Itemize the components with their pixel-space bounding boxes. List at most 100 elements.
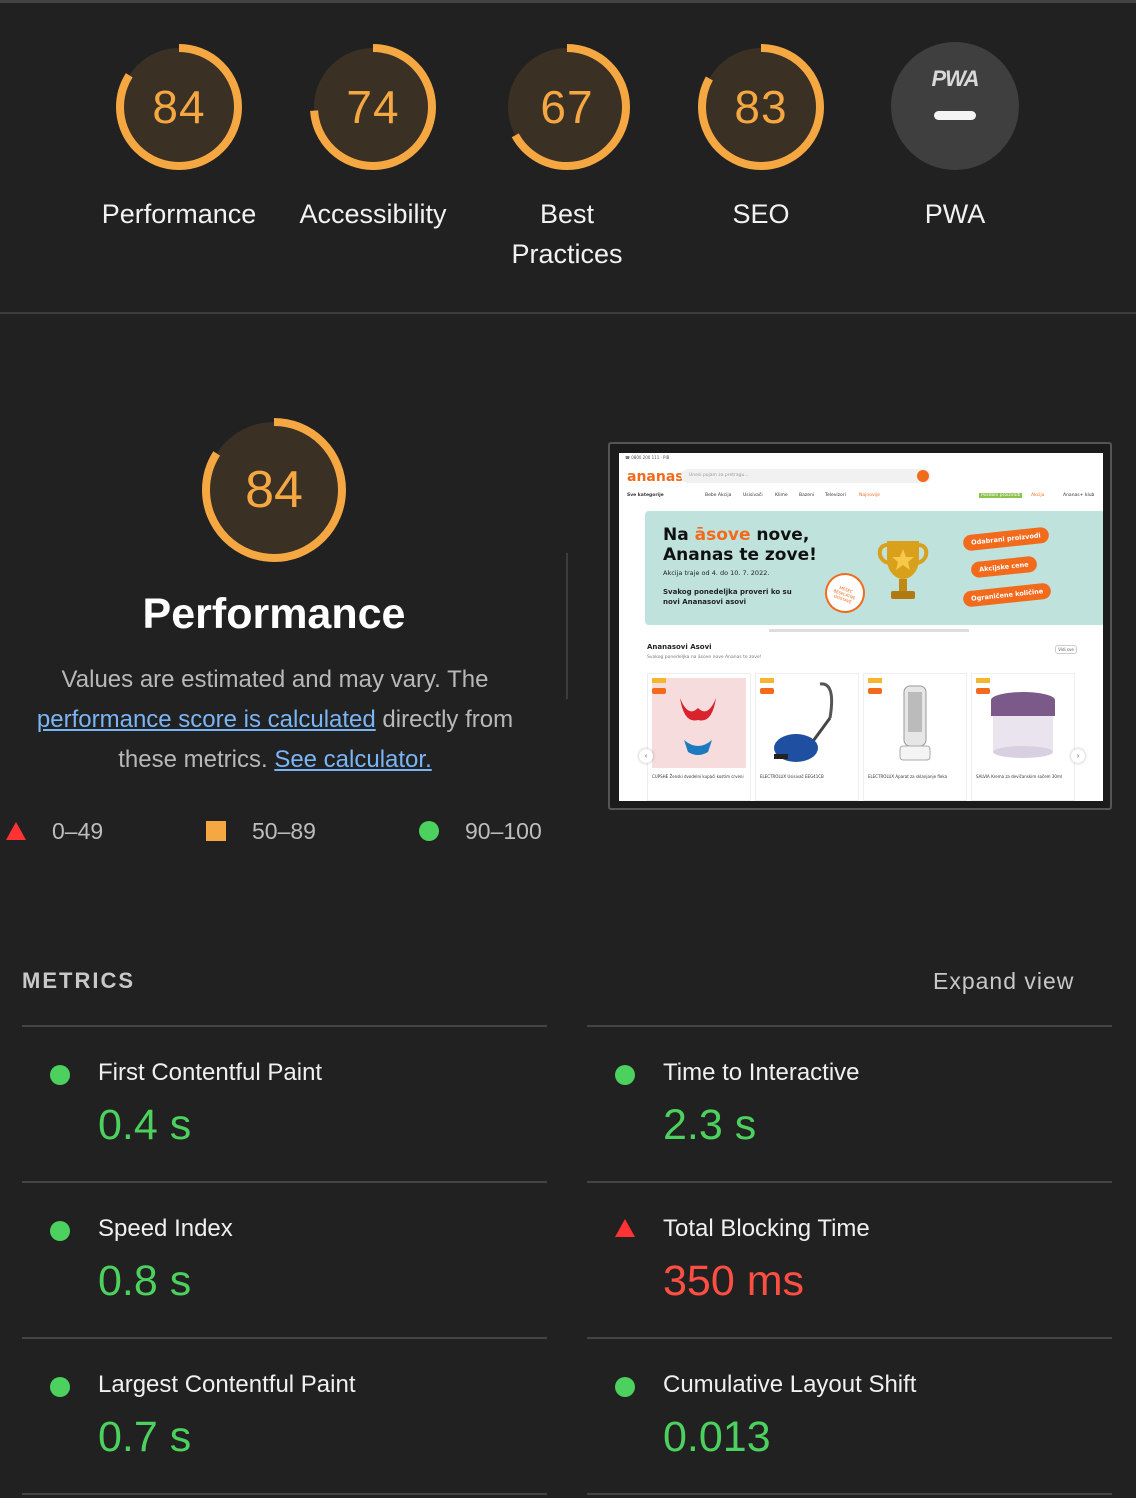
preview-view-all: Vidi sve: [1055, 645, 1077, 654]
metric-value: 350 ms: [663, 1257, 805, 1305]
preview-banner-headline: Na āsove nove, Ananas te zove!: [663, 525, 817, 565]
metric-largest-contentful-paint: Largest Contentful Paint 0.7 s: [22, 1339, 547, 1493]
preview-seal: MESEC BESPLATNE DOSTAVE: [819, 567, 871, 619]
fail-triangle-icon: [615, 1219, 635, 1237]
preview-nav-item: Klime: [775, 493, 788, 498]
preview-product-card: ELECTROLUX Aparat za sklanjanje fleka: [863, 673, 967, 801]
section-divider: [0, 312, 1136, 314]
category-accessibility[interactable]: 74 Accessibility: [283, 42, 463, 234]
preview-pill: Odabrani proizvodi: [962, 526, 1050, 552]
desc-text-1: Values are estimated and may vary. The: [61, 666, 489, 693]
pass-circle-icon: [615, 1065, 635, 1085]
pass-circle-icon: [50, 1065, 70, 1085]
metric-first-contentful-paint: First Contentful Paint 0.4 s: [22, 1027, 547, 1181]
preview-search-placeholder: Unesi pojam za pretragu...: [689, 473, 749, 478]
bikini-image: [652, 678, 746, 768]
see-calculator-link[interactable]: See calculator.: [274, 746, 431, 773]
page-preview: ☎ 0800 200 111 · PIB ananas Unesi pojam …: [619, 453, 1103, 801]
preview-discount: [868, 688, 882, 694]
metrics-heading: METRICS: [22, 968, 135, 993]
preview-nav: Sve kategorije Bebe Akcija Usisivači Kli…: [627, 493, 1103, 503]
preview-tag: [868, 678, 882, 683]
performance-description: Values are estimated and may vary. The p…: [20, 660, 530, 780]
seo-score: 83: [734, 81, 788, 133]
legend-average-range: 50–89: [252, 817, 316, 844]
preview-prev-icon: ‹: [639, 749, 653, 763]
preview-discount: [760, 688, 774, 694]
preview-logo: ananas: [627, 469, 684, 485]
banner-text: Ananas te zove!: [663, 545, 817, 565]
preview-section-sub: Svakog ponedeljka na āsove nove Ananas t…: [647, 655, 762, 660]
preview-nav-item: Televizori: [825, 493, 846, 498]
preview-tag: [976, 678, 990, 683]
preview-discount: [652, 688, 666, 694]
metric-name: Speed Index: [98, 1215, 233, 1242]
vacuum-image: [760, 678, 854, 768]
category-seo[interactable]: 83 SEO: [671, 42, 851, 234]
preview-product-card: ELECTROLUX Usisivač EEG41CB: [755, 673, 859, 801]
performance-score: 84: [152, 81, 206, 133]
metric-value: 0.013: [663, 1413, 771, 1461]
top-border: [0, 0, 1136, 3]
circle-icon: [419, 821, 439, 841]
category-pwa[interactable]: PWA PWA: [865, 42, 1045, 234]
preview-nav-item: Najnovije: [859, 493, 880, 498]
preview-nav-item: Akcija: [1031, 493, 1045, 498]
preview-product-name: ELECTROLUX Aparat za sklanjanje fleka: [868, 774, 948, 779]
metric-name: Time to Interactive: [663, 1059, 860, 1086]
legend-pass: 90–100: [419, 816, 542, 846]
pass-circle-icon: [50, 1221, 70, 1241]
accessibility-gauge: 74: [308, 42, 438, 172]
metric-divider: [587, 1493, 1112, 1495]
preview-nav-item: Usisivači: [743, 493, 763, 498]
preview-product-card: CUPSHE Ženski dvodelni kupaći kostim crv…: [647, 673, 751, 801]
pass-circle-icon: [50, 1377, 70, 1397]
performance-label: Performance: [101, 199, 257, 229]
preview-pill: Akcijske cene: [970, 555, 1038, 579]
preview-nav-item: Sve kategorije: [627, 493, 664, 498]
metric-name: First Contentful Paint: [98, 1059, 323, 1086]
preview-product-name: ELECTROLUX Usisivač EEG41CB: [760, 774, 824, 779]
preview-banner: Na āsove nove, Ananas te zove! Akcija tr…: [645, 511, 1103, 625]
metric-divider: [22, 1493, 547, 1495]
metric-total-blocking-time: Total Blocking Time 350 ms: [587, 1183, 1112, 1337]
metric-cumulative-layout-shift: Cumulative Layout Shift 0.013: [587, 1339, 1112, 1493]
best-practices-score: 67: [540, 81, 594, 133]
pwa-badge-icon: PWA: [891, 42, 1019, 170]
category-best-practices[interactable]: 67 Best Practices: [477, 42, 657, 274]
preview-banner-dates: Akcija traje od 4. do 10. 7. 2022.: [663, 569, 770, 577]
preview-discount: [976, 688, 990, 694]
preview-carousel-dots: [769, 629, 969, 632]
metric-value: 0.7 s: [98, 1413, 192, 1461]
metric-value: 2.3 s: [663, 1101, 757, 1149]
best-practices-gauge: 67: [502, 42, 632, 172]
seo-gauge: 83: [696, 42, 826, 172]
preview-tag: [652, 678, 666, 683]
preview-tag: [760, 678, 774, 683]
preview-product-name: SALVIA Krema za devičanskim sočem 30ml: [976, 774, 1062, 779]
final-screenshot[interactable]: ☎ 0800 200 111 · PIB ananas Unesi pojam …: [608, 442, 1112, 810]
category-performance[interactable]: 84 Performance: [89, 42, 269, 234]
best-practices-label: Best Practices: [511, 199, 623, 269]
banner-highlight: āsove: [694, 525, 751, 545]
metric-time-to-interactive: Time to Interactive 2.3 s: [587, 1027, 1112, 1181]
performance-gauge: 84: [114, 42, 244, 172]
triangle-icon: [6, 822, 26, 840]
score-calculated-link[interactable]: performance score is calculated: [37, 706, 376, 733]
metric-value: 0.8 s: [98, 1257, 192, 1305]
preview-search-icon: [917, 470, 929, 482]
seo-label: SEO: [732, 199, 790, 229]
performance-main-gauge: 84: [200, 416, 348, 564]
metric-name: Largest Contentful Paint: [98, 1371, 356, 1398]
legend-fail-range: 0–49: [52, 817, 104, 844]
performance-title: Performance: [142, 590, 406, 638]
preview-nav-item: Ananas+ klub: [1063, 493, 1095, 498]
preview-product-card: SALVIA Krema za devičanskim sočem 30ml: [971, 673, 1075, 801]
preview-product-name: CUPSHE Ženski dvodelni kupaći kostim crv…: [652, 774, 744, 779]
metric-name: Cumulative Layout Shift: [663, 1371, 917, 1398]
accessibility-score: 74: [346, 81, 400, 133]
preview-topbar: ☎ 0800 200 111 · PIB: [625, 455, 670, 460]
preview-pill: Ograničene količine: [962, 582, 1052, 608]
expand-view-button[interactable]: Expand view: [933, 968, 1074, 995]
preview-banner-sub: Svakog ponedeljka proveri ko su novi Ana…: [663, 588, 792, 606]
